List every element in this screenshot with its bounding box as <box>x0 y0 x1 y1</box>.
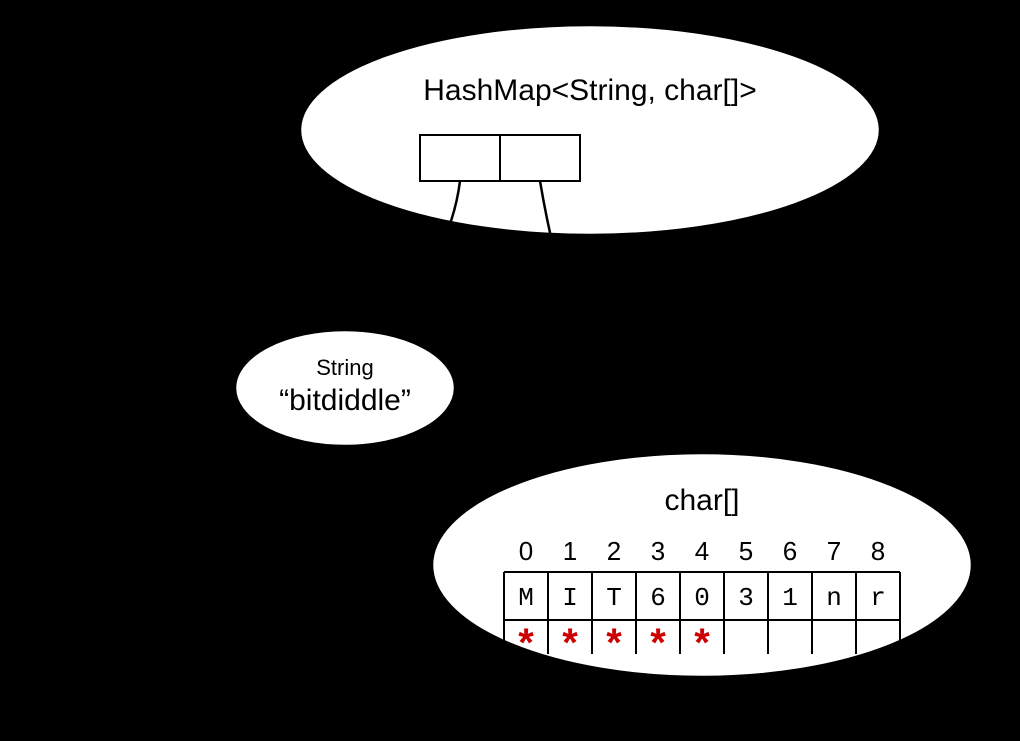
chararray-index: 8 <box>871 536 885 566</box>
hashmap-ellipse <box>300 25 880 235</box>
string-type-label: String <box>316 355 373 380</box>
asterisk-mark: * <box>650 621 666 665</box>
chararray-index: 3 <box>651 536 665 566</box>
asterisk-mark: * <box>694 621 710 665</box>
hashmap-title: HashMap<String, char[]> <box>423 74 757 107</box>
chararray-index: 2 <box>607 536 621 566</box>
chararray-index: 0 <box>519 536 533 566</box>
chararray-index: 7 <box>827 536 841 566</box>
chararray-cell: 1 <box>782 583 798 613</box>
chararray-type-label: char[] <box>664 484 739 517</box>
chararray-index: 4 <box>695 536 709 566</box>
chararray-cell: M <box>518 583 534 613</box>
string-value: “bitdiddle” <box>279 384 411 417</box>
chararray-cell: n <box>826 583 842 613</box>
chararray-cell: 0 <box>694 583 710 613</box>
chararray-cell: T <box>606 583 622 613</box>
chararray-index: 5 <box>739 536 753 566</box>
asterisk-mark: * <box>518 621 534 665</box>
chararray-cell: 3 <box>738 583 754 613</box>
chararray-indices: 012345678 <box>519 536 885 566</box>
chararray-index: 6 <box>783 536 797 566</box>
chararray-cell: r <box>870 583 886 613</box>
chararray-index: 1 <box>563 536 577 566</box>
chararray-cell: I <box>562 583 578 613</box>
asterisk-mark: * <box>606 621 622 665</box>
chararray-cell: 6 <box>650 583 666 613</box>
asterisk-mark: * <box>562 621 578 665</box>
